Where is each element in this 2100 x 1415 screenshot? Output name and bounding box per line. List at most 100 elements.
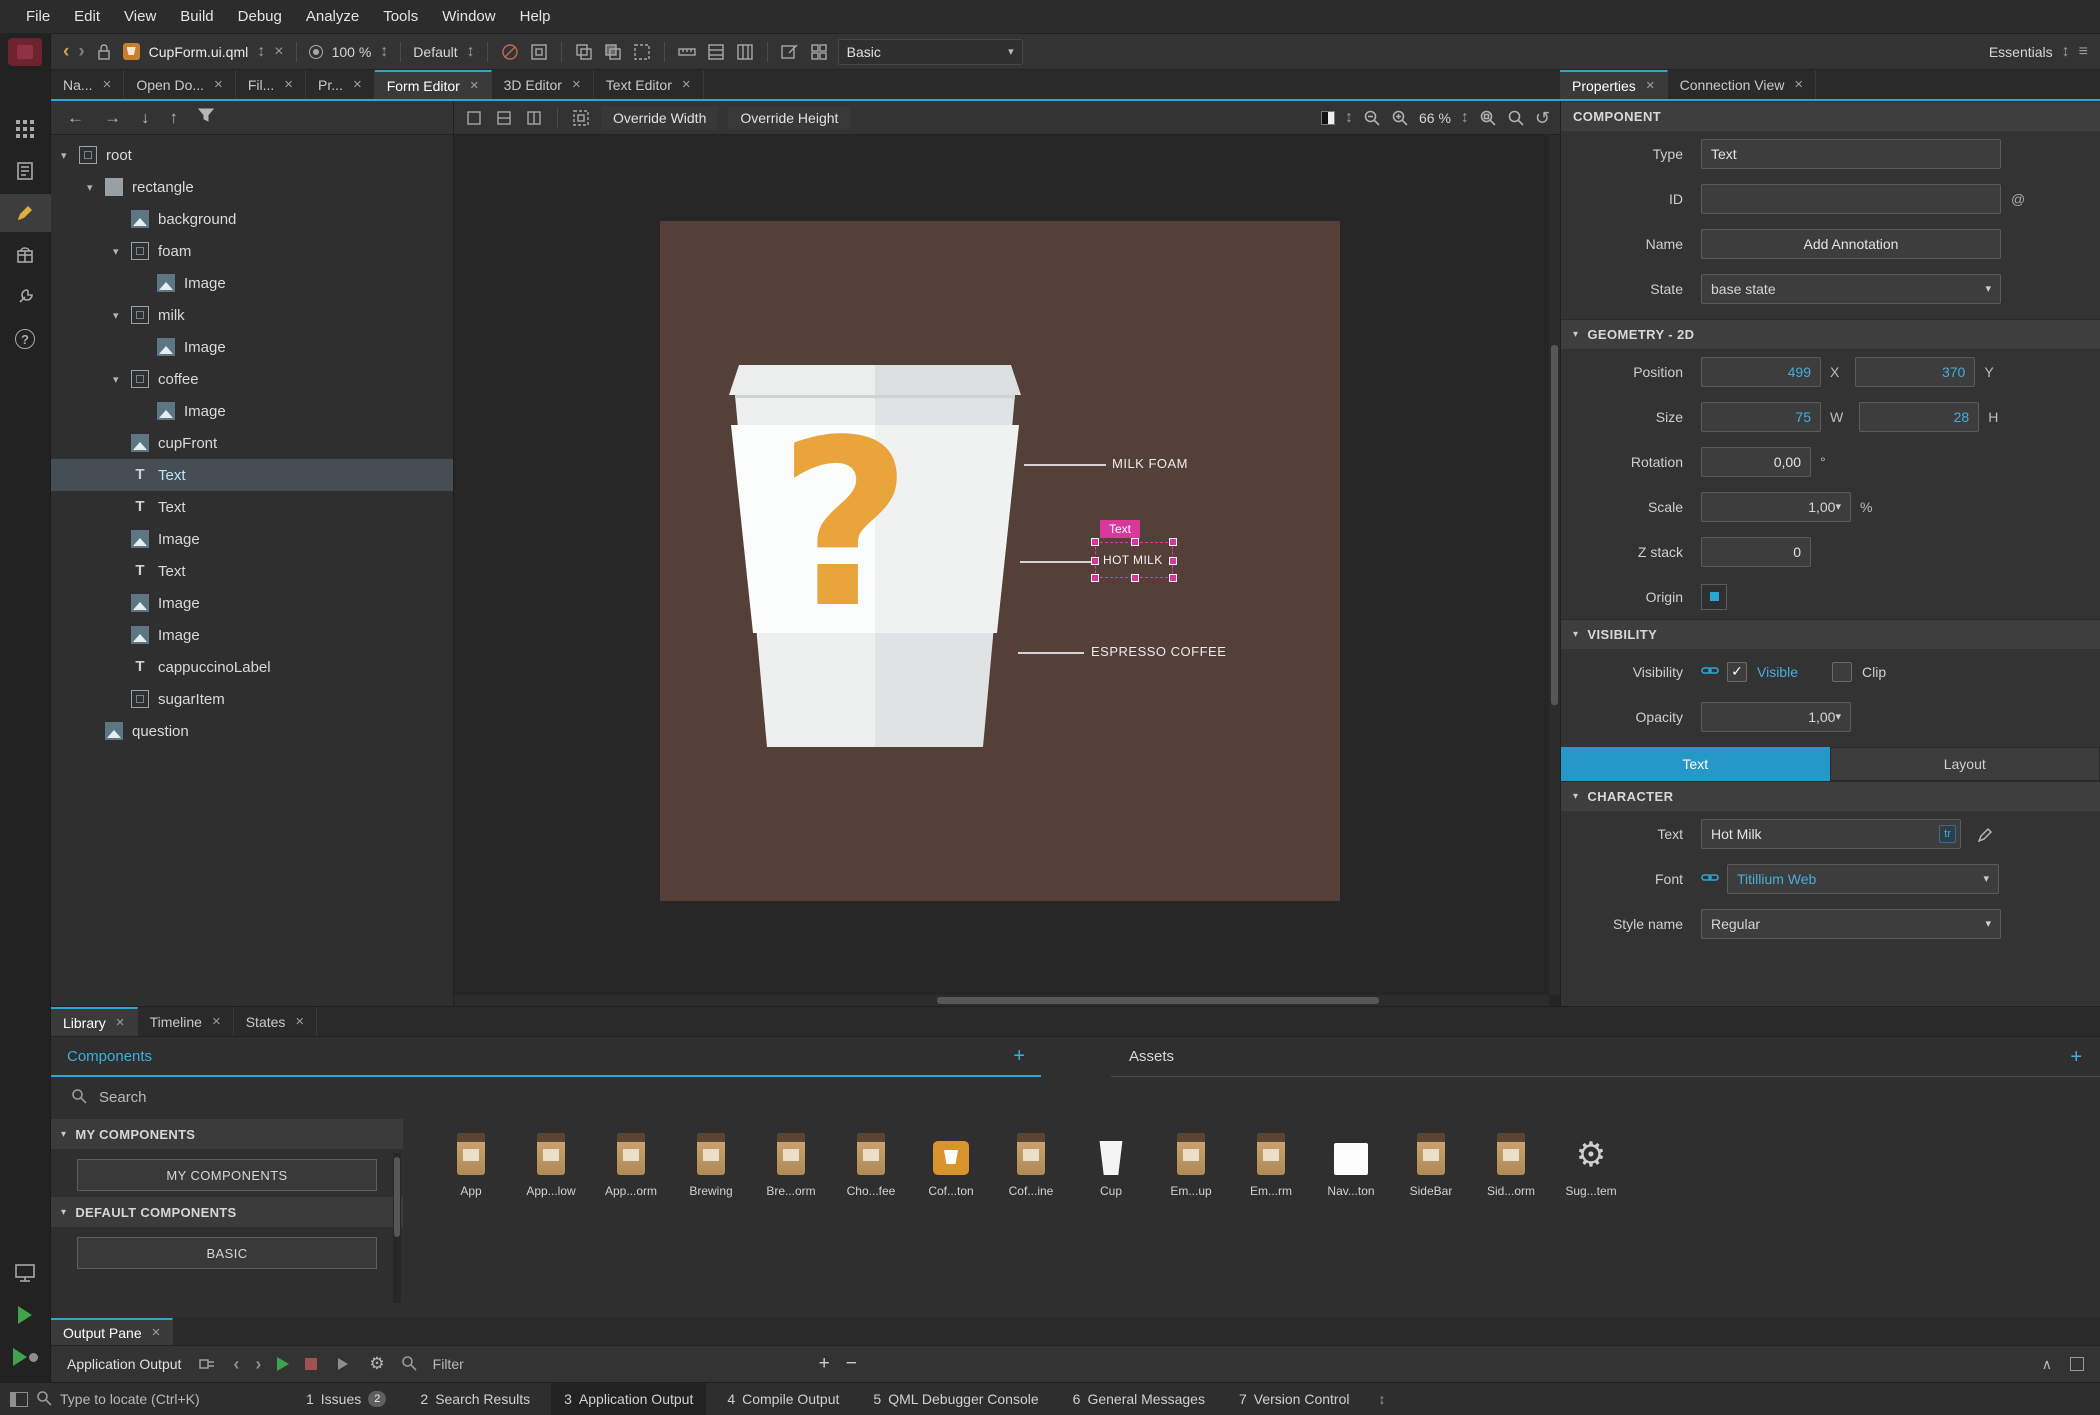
close-icon[interactable]: ×: [1794, 76, 1803, 93]
component-item[interactable]: Cof...ton: [911, 1131, 991, 1219]
component-item[interactable]: Em...up: [1151, 1131, 1231, 1219]
close-icon[interactable]: ×: [116, 1014, 125, 1031]
pane-version-control[interactable]: 7 Version Control: [1226, 1383, 1363, 1415]
size-w-input[interactable]: [1701, 401, 1821, 432]
next-item-icon[interactable]: ›: [255, 1354, 261, 1375]
tab-properties[interactable]: Properties ×: [1560, 70, 1668, 99]
pane-application-output[interactable]: 3 Application Output: [551, 1382, 707, 1415]
add-component-icon[interactable]: +: [1013, 1046, 1025, 1066]
translate-badge[interactable]: tr: [1939, 824, 1956, 843]
bounding-rect-icon[interactable]: [571, 108, 591, 128]
my-components-section-header[interactable]: ▾ MY COMPONENTS: [51, 1119, 403, 1149]
kit-selector-icon[interactable]: [0, 1254, 51, 1292]
origin-selector[interactable]: [1701, 583, 1727, 610]
back-icon[interactable]: ‹: [63, 41, 69, 63]
navigator-item-image[interactable]: Image: [51, 331, 453, 363]
run-output-icon[interactable]: [277, 1357, 290, 1371]
close-icon[interactable]: ×: [295, 1013, 304, 1030]
expand-arrow-icon[interactable]: ▾: [113, 373, 131, 386]
preview-zoom-value[interactable]: 100 %: [332, 44, 372, 60]
zoom-in-icon[interactable]: [1391, 109, 1409, 127]
component-item[interactable]: SideBar: [1391, 1131, 1471, 1219]
scrollbar-thumb[interactable]: [394, 1157, 400, 1237]
navigator-item-image[interactable]: Image: [51, 267, 453, 299]
visible-checkbox[interactable]: ✓: [1727, 661, 1747, 682]
add-annotation-button[interactable]: Add Annotation: [1701, 228, 2001, 259]
add-asset-icon[interactable]: +: [2070, 1047, 2082, 1067]
search-input[interactable]: [99, 1088, 519, 1106]
collapse-triangle-icon[interactable]: ▾: [1573, 329, 1578, 340]
component-item[interactable]: Nav...ton: [1311, 1131, 1391, 1219]
my-components-button[interactable]: MY COMPONENTS: [77, 1159, 377, 1191]
debug-run-button[interactable]: [0, 1338, 51, 1376]
canvas-zoom-value[interactable]: 66 %: [1419, 110, 1451, 126]
tab-3d-editor[interactable]: 3D Editor ×: [492, 70, 594, 99]
filter-icon[interactable]: [197, 107, 215, 128]
resize-handle[interactable]: [1169, 574, 1177, 582]
move-down-icon[interactable]: ↓: [141, 108, 150, 128]
menu-edit[interactable]: Edit: [62, 0, 112, 33]
previous-item-icon[interactable]: ‹: [233, 1354, 239, 1375]
expand-arrow-icon[interactable]: ▾: [113, 309, 131, 322]
tab-layout-properties[interactable]: Layout: [1829, 747, 2100, 781]
navigator-item-image[interactable]: Image: [51, 587, 453, 619]
component-item[interactable]: App...orm: [591, 1131, 671, 1219]
close-icon[interactable]: ×: [103, 76, 112, 93]
menu-tools[interactable]: Tools: [371, 0, 430, 33]
scale-select[interactable]: 1,00 ▾: [1701, 491, 1851, 522]
close-icon[interactable]: ×: [572, 76, 581, 93]
size-h-input[interactable]: [1859, 401, 1980, 432]
tab-navigator[interactable]: Na... ×: [51, 70, 125, 99]
tab-library[interactable]: Library ×: [51, 1007, 138, 1036]
tab-projects[interactable]: Pr... ×: [306, 70, 375, 99]
component-section-header[interactable]: COMPONENT: [1561, 101, 2100, 131]
output-channel-label[interactable]: Application Output: [67, 1356, 181, 1372]
welcome-mode-icon[interactable]: [0, 110, 51, 148]
rows-icon[interactable]: [706, 42, 726, 62]
tab-form-editor[interactable]: Form Editor ×: [374, 70, 492, 99]
kit-selector-spinner[interactable]: ↕: [2062, 43, 2070, 60]
design-canvas[interactable]: ? MILK FOAM Text HOT MILK ESPRESSO COFFE…: [660, 221, 1340, 901]
collapse-triangle-icon[interactable]: ▾: [1573, 629, 1578, 640]
zoom-out-icon[interactable]: [1363, 109, 1381, 127]
navigator-item-rectangle[interactable]: ▾ rectangle: [51, 171, 453, 203]
type-input[interactable]: [1701, 138, 2001, 169]
kit-selector-value[interactable]: Essentials: [1989, 44, 2053, 60]
expand-arrow-icon[interactable]: ▾: [87, 181, 105, 194]
tab-timeline[interactable]: Timeline ×: [138, 1007, 234, 1036]
navigator-item-root[interactable]: ▾ root: [51, 139, 453, 171]
move-left-icon[interactable]: ←: [67, 108, 84, 128]
no-sign-icon[interactable]: [500, 42, 520, 62]
tab-file-system[interactable]: Fil... ×: [236, 70, 307, 99]
menu-window[interactable]: Window: [430, 0, 507, 33]
milk-foam-label[interactable]: MILK FOAM: [1112, 456, 1188, 471]
help-mode-icon[interactable]: [0, 320, 51, 358]
navigator-item-cappuccinolabel[interactable]: cappuccinoLabel: [51, 651, 453, 683]
component-item[interactable]: Brewing: [671, 1131, 751, 1219]
pane-issues[interactable]: 1 Issues 2: [293, 1383, 399, 1415]
horizontal-scrollbar[interactable]: [454, 995, 1549, 1006]
menu-file[interactable]: File: [14, 0, 62, 33]
close-icon[interactable]: ×: [284, 76, 293, 93]
navigator-item-image[interactable]: Image: [51, 619, 453, 651]
scrollbar-thumb[interactable]: [937, 997, 1379, 1004]
run-preview-icon[interactable]: [308, 44, 323, 59]
component-kind-selector[interactable]: Basic ▾: [837, 38, 1023, 65]
contrast-spinner[interactable]: ↕: [1345, 109, 1353, 126]
navigator-item-sugaritem[interactable]: sugarItem: [51, 683, 453, 715]
expand-arrow-icon[interactable]: ▾: [113, 245, 131, 258]
pane-cycle-spinner[interactable]: ↕: [1370, 1391, 1393, 1407]
navigator-item-background[interactable]: background: [51, 203, 453, 235]
tab-output-pane[interactable]: Output Pane ×: [51, 1318, 174, 1345]
move-up-icon[interactable]: ↑: [170, 108, 179, 128]
scrollbar-thumb[interactable]: [1551, 345, 1558, 705]
close-icon[interactable]: ×: [353, 76, 362, 93]
contrast-icon[interactable]: [1320, 110, 1335, 125]
close-icon[interactable]: ×: [152, 1324, 161, 1341]
hot-milk-label[interactable]: HOT MILK: [1103, 553, 1163, 567]
center-anchors-icon[interactable]: [524, 108, 544, 128]
columns-icon[interactable]: [735, 42, 755, 62]
close-icon[interactable]: ×: [212, 1013, 221, 1030]
projects-mode-icon[interactable]: [0, 278, 51, 316]
gear-icon[interactable]: ⚙: [369, 1354, 384, 1374]
